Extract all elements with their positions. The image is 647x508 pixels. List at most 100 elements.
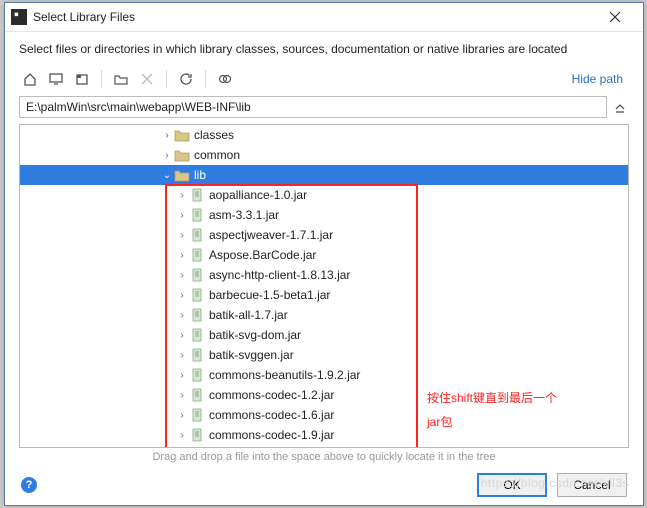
file-icon	[189, 208, 205, 222]
expand-arrow[interactable]: ›	[175, 210, 189, 221]
file-icon	[189, 248, 205, 262]
expand-arrow[interactable]: ›	[160, 150, 174, 161]
history-button[interactable]	[611, 96, 629, 118]
home-button[interactable]	[19, 68, 41, 90]
tree-item-label: aspectjweaver-1.7.1.jar	[209, 228, 333, 242]
dialog-title: Select Library Files	[33, 10, 593, 24]
tree-item-label: batik-all-1.7.jar	[209, 308, 288, 322]
expand-arrow[interactable]: ›	[175, 410, 189, 421]
tree-folder[interactable]: ⌄ lib	[20, 165, 628, 185]
tree-item-label: Aspose.BarCode.jar	[209, 248, 316, 262]
refresh-icon	[179, 72, 193, 86]
tree-item-label: barbecue-1.5-beta1.jar	[209, 288, 330, 302]
new-folder-icon	[114, 72, 128, 86]
tree-file[interactable]: › batik-svggen.jar	[20, 345, 628, 365]
close-icon	[609, 11, 621, 23]
tree-item-label: async-http-client-1.8.13.jar	[209, 268, 350, 282]
file-icon	[189, 228, 205, 242]
home-icon	[23, 72, 37, 86]
file-icon	[189, 308, 205, 322]
tree-file[interactable]: › commons-codec-1.9.jar	[20, 425, 628, 445]
tree-item-label: commons-codec-1.2.jar	[209, 388, 334, 402]
dialog-description: Select files or directories in which lib…	[5, 32, 643, 64]
expand-arrow[interactable]: ›	[175, 190, 189, 201]
tree-item-label: batik-svg-dom.jar	[209, 328, 301, 342]
desktop-icon	[49, 72, 63, 86]
tree-item-label: asm-3.3.1.jar	[209, 208, 279, 222]
hint-text: Drag and drop a file into the space abov…	[5, 448, 643, 463]
tree-file[interactable]: › batik-svg-dom.jar	[20, 325, 628, 345]
project-button[interactable]	[71, 68, 93, 90]
tree-folder[interactable]: › classes	[20, 125, 628, 145]
delete-icon	[141, 73, 153, 85]
expand-arrow[interactable]: ›	[175, 310, 189, 321]
toolbar: Hide path	[5, 64, 643, 96]
expand-arrow[interactable]: ›	[175, 330, 189, 341]
button-bar: ? OK Cancel	[5, 463, 643, 505]
tree-file[interactable]: › aopalliance-1.0.jar	[20, 185, 628, 205]
new-folder-button[interactable]	[110, 68, 132, 90]
tree-file[interactable]: › commons-codec-1.2.jar	[20, 385, 628, 405]
expand-arrow[interactable]: ›	[175, 390, 189, 401]
app-icon	[11, 9, 27, 25]
show-hidden-button[interactable]	[214, 68, 236, 90]
file-icon	[189, 288, 205, 302]
folder-icon	[174, 128, 190, 142]
path-row	[5, 96, 643, 124]
dialog-window: Select Library Files Select files or dir…	[4, 2, 644, 506]
cancel-button[interactable]: Cancel	[557, 473, 627, 497]
show-hidden-icon	[218, 72, 232, 86]
file-icon	[189, 388, 205, 402]
delete-button[interactable]	[136, 68, 158, 90]
expand-arrow[interactable]: ›	[175, 350, 189, 361]
tree-file[interactable]: › barbecue-1.5-beta1.jar	[20, 285, 628, 305]
expand-arrow[interactable]: ›	[175, 270, 189, 281]
file-icon	[189, 188, 205, 202]
tree-file[interactable]: › Aspose.BarCode.jar	[20, 245, 628, 265]
tree-item-label: batik-svggen.jar	[209, 348, 294, 362]
file-icon	[189, 348, 205, 362]
titlebar: Select Library Files	[5, 3, 643, 32]
refresh-button[interactable]	[175, 68, 197, 90]
path-input[interactable]	[19, 96, 607, 118]
file-icon	[189, 408, 205, 422]
project-icon	[75, 72, 89, 86]
hide-path-link[interactable]: Hide path	[572, 72, 629, 86]
tree-file[interactable]: › batik-all-1.7.jar	[20, 305, 628, 325]
history-icon	[614, 101, 626, 113]
tree-item-label: aopalliance-1.0.jar	[209, 188, 307, 202]
tree-file[interactable]: › asm-3.3.1.jar	[20, 205, 628, 225]
tree-file[interactable]: › async-http-client-1.8.13.jar	[20, 265, 628, 285]
tree-item-label: commons-codec-1.9.jar	[209, 428, 334, 442]
toolbar-separator	[101, 70, 102, 88]
expand-arrow[interactable]: ›	[175, 290, 189, 301]
expand-arrow[interactable]: ›	[175, 250, 189, 261]
tree-item-label: classes	[194, 128, 234, 142]
tree-file[interactable]: › aspectjweaver-1.7.1.jar	[20, 225, 628, 245]
folder-icon	[174, 148, 190, 162]
tree-item-label: lib	[194, 168, 206, 182]
file-icon	[189, 328, 205, 342]
expand-arrow[interactable]: ›	[175, 370, 189, 381]
tree-item-label: commons-codec-1.6.jar	[209, 408, 334, 422]
file-tree[interactable]: ›classes›common⌄lib›aopalliance-1.0.jar›…	[19, 124, 629, 448]
expand-arrow[interactable]: ⌄	[160, 170, 174, 181]
toolbar-separator	[166, 70, 167, 88]
expand-arrow[interactable]: ›	[175, 230, 189, 241]
tree-file[interactable]: › commons-beanutils-1.9.2.jar	[20, 365, 628, 385]
tree-file[interactable]: › commons-codec-1.6.jar	[20, 405, 628, 425]
expand-arrow[interactable]: ›	[175, 430, 189, 441]
tree-item-label: common	[194, 148, 240, 162]
desktop-button[interactable]	[45, 68, 67, 90]
file-icon	[189, 268, 205, 282]
file-icon	[189, 428, 205, 442]
tree-item-label: commons-beanutils-1.9.2.jar	[209, 368, 360, 382]
close-button[interactable]	[593, 3, 637, 31]
toolbar-separator	[205, 70, 206, 88]
expand-arrow[interactable]: ›	[160, 130, 174, 141]
ok-button[interactable]: OK	[477, 473, 547, 497]
file-icon	[189, 368, 205, 382]
help-button[interactable]: ?	[21, 477, 37, 493]
tree-folder[interactable]: › common	[20, 145, 628, 165]
folder-icon	[174, 168, 190, 182]
